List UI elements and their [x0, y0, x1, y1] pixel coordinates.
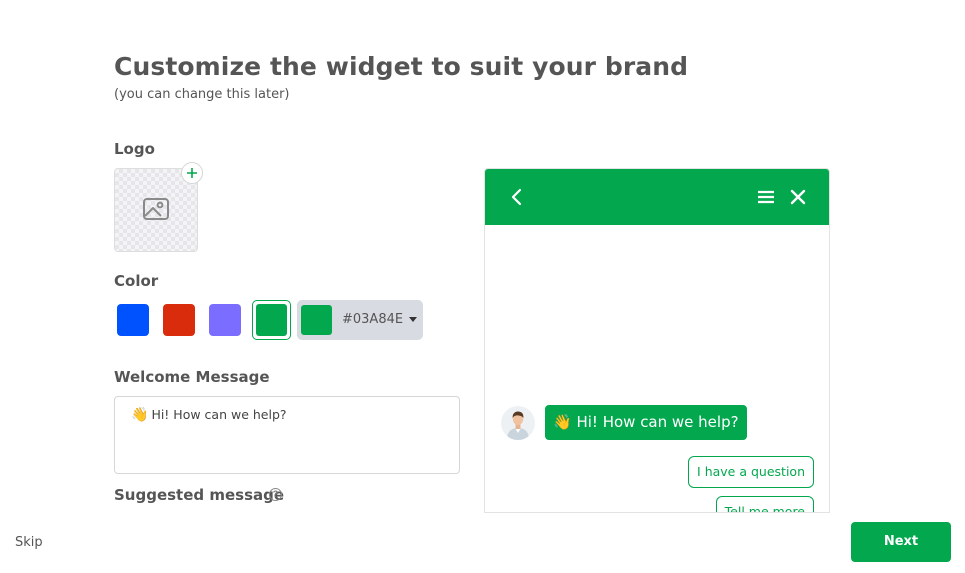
welcome-message-input[interactable]: 👋 Hi! How can we help? — [114, 396, 460, 474]
wave-emoji: 👋 — [131, 407, 149, 423]
image-icon — [143, 198, 169, 220]
agent-avatar-image — [507, 411, 529, 440]
color-swatch-blue[interactable] — [117, 304, 149, 336]
bubble-text: Hi! How can we help? — [576, 413, 739, 431]
add-logo-button[interactable] — [181, 162, 203, 184]
custom-color-picker[interactable]: #03A84E — [297, 300, 423, 340]
welcome-bubble: 👋 Hi! How can we help? — [545, 405, 747, 440]
color-swatch-green-selected[interactable] — [252, 300, 291, 340]
close-icon[interactable] — [786, 185, 810, 209]
agent-avatar — [501, 406, 535, 440]
welcome-message-label: Welcome Message — [114, 368, 270, 386]
widget-preview: 👋 Hi! How can we help? I have a question… — [484, 168, 830, 513]
welcome-message-text: Hi! How can we help? — [151, 407, 287, 422]
color-swatch-red[interactable] — [163, 304, 195, 336]
chevron-left-icon[interactable] — [505, 185, 529, 209]
color-swatch-purple[interactable] — [209, 304, 241, 336]
preview-header — [485, 169, 829, 225]
selected-swatch-fill — [256, 304, 287, 336]
question-circle-icon[interactable]: ? — [269, 488, 282, 501]
wave-emoji: 👋 — [553, 413, 572, 431]
color-label: Color — [114, 272, 159, 290]
suggestion-chip[interactable]: I have a question — [688, 456, 814, 488]
skip-link[interactable]: Skip — [15, 535, 43, 550]
caret-down-icon — [409, 317, 417, 322]
color-hex-value: #03A84E — [342, 312, 404, 327]
page-subtitle: (you can change this later) — [114, 87, 290, 102]
page-title: Customize the widget to suit your brand — [114, 52, 689, 81]
picker-color-chip — [301, 305, 332, 335]
suggested-message-label: Suggested message — [114, 486, 285, 504]
logo-label: Logo — [114, 140, 155, 158]
next-button[interactable]: Next — [851, 522, 951, 562]
suggestion-chip[interactable]: Tell me more — [715, 496, 814, 512]
plus-icon — [187, 168, 197, 178]
hamburger-menu-icon[interactable] — [754, 185, 778, 209]
